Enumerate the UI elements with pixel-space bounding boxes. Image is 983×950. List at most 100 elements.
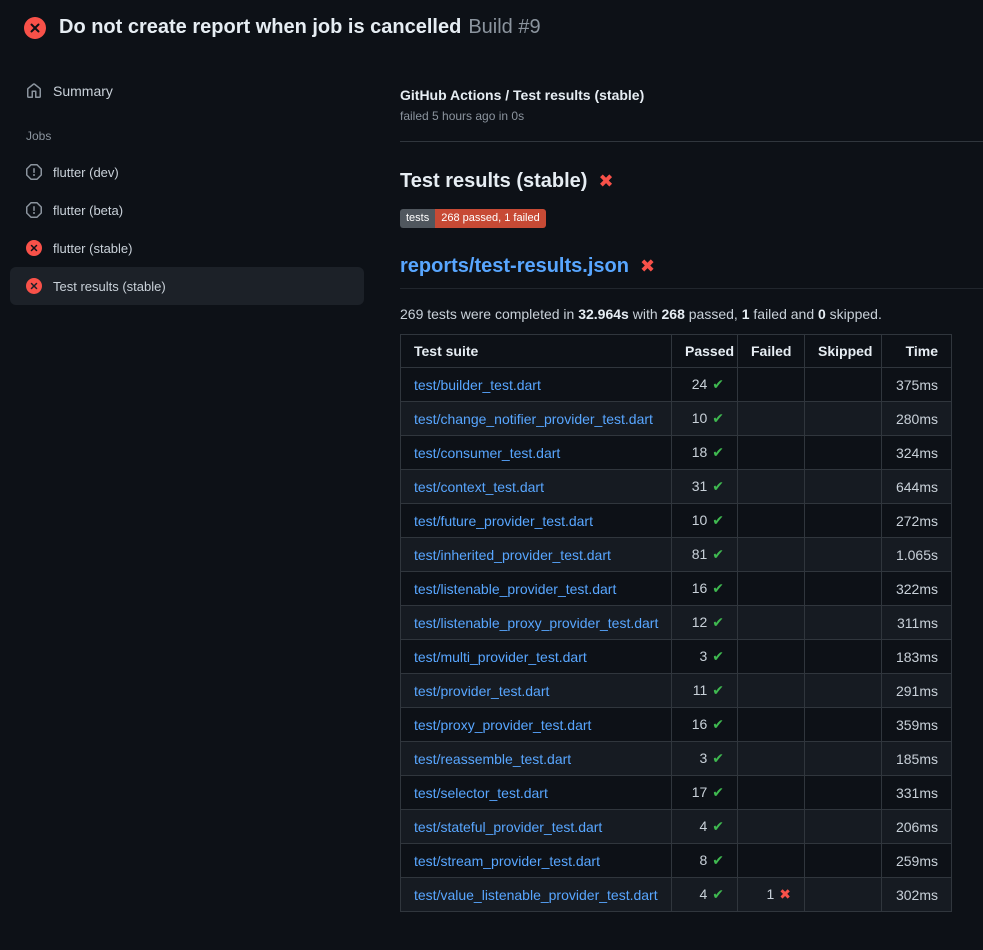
failed-cell	[738, 538, 805, 572]
count: 3	[699, 648, 707, 664]
suite-link[interactable]: test/listenable_provider_test.dart	[414, 581, 616, 597]
suite-link[interactable]: test/listenable_proxy_provider_test.dart	[414, 615, 658, 631]
passed-cell: 18✔	[672, 436, 738, 470]
skipped-cell	[805, 504, 882, 538]
suite-link[interactable]: test/reassemble_test.dart	[414, 751, 571, 767]
layout: Summary Jobs flutter (dev) flutter (beta)…	[0, 53, 983, 912]
suite-link[interactable]: test/context_test.dart	[414, 479, 544, 495]
stop-icon	[26, 164, 42, 180]
report-link[interactable]: reports/test-results.json	[400, 255, 629, 278]
suite-cell: test/selector_test.dart	[401, 776, 672, 810]
column-header-test-suite: Test suite	[401, 335, 672, 368]
time-cell: 183ms	[882, 640, 952, 674]
check-icon: ✔	[712, 853, 724, 869]
column-header-time: Time	[882, 335, 952, 368]
column-header-passed: Passed	[672, 335, 738, 368]
suite-link[interactable]: test/stream_provider_test.dart	[414, 853, 600, 869]
passed-cell: 4✔	[672, 810, 738, 844]
failed-cell	[738, 776, 805, 810]
skipped-cell	[805, 810, 882, 844]
time-cell: 1.065s	[882, 538, 952, 572]
count: 17	[692, 784, 708, 800]
count: 16	[692, 580, 708, 596]
time-cell: 322ms	[882, 572, 952, 606]
count: 16	[692, 716, 708, 732]
check-icon: ✔	[712, 615, 724, 631]
sidebar-job-flutter-dev[interactable]: flutter (dev)	[10, 153, 364, 191]
result-row: test/proxy_provider_test.dart16✔359ms	[401, 708, 952, 742]
failed-cell	[738, 572, 805, 606]
suite-cell: test/inherited_provider_test.dart	[401, 538, 672, 572]
suite-link[interactable]: test/change_notifier_provider_test.dart	[414, 411, 653, 427]
status-line: failed 5 hours ago in 0s	[400, 109, 983, 123]
time-cell: 185ms	[882, 742, 952, 776]
count: 11	[693, 682, 708, 698]
time-cell: 359ms	[882, 708, 952, 742]
suite-link[interactable]: test/future_provider_test.dart	[414, 513, 593, 529]
badge-value: 268 passed, 1 failed	[435, 209, 545, 228]
summary-number: 268	[662, 306, 685, 322]
check-icon: ✔	[712, 411, 724, 427]
failed-cell	[738, 844, 805, 878]
divider	[400, 141, 983, 142]
suite-link[interactable]: test/selector_test.dart	[414, 785, 548, 801]
check-title: Do not create report when job is cancell…	[59, 16, 461, 38]
suite-cell: test/proxy_provider_test.dart	[401, 708, 672, 742]
suite-link[interactable]: test/consumer_test.dart	[414, 445, 560, 461]
build-number: Build #9	[468, 16, 540, 38]
report-heading: reports/test-results.json ✖	[400, 255, 983, 289]
check-icon: ✔	[712, 887, 724, 903]
suite-link[interactable]: test/proxy_provider_test.dart	[414, 717, 591, 733]
time-cell: 272ms	[882, 504, 952, 538]
failed-cell: 1✖	[738, 878, 805, 912]
breadcrumb: GitHub Actions / Test results (stable)	[400, 87, 983, 103]
suite-link[interactable]: test/value_listenable_provider_test.dart	[414, 887, 658, 903]
skipped-cell	[805, 368, 882, 402]
count: 24	[692, 376, 708, 392]
skipped-cell	[805, 606, 882, 640]
passed-cell: 10✔	[672, 402, 738, 436]
check-icon: ✔	[712, 785, 724, 801]
time-cell: 280ms	[882, 402, 952, 436]
failed-cell	[738, 470, 805, 504]
suite-link[interactable]: test/multi_provider_test.dart	[414, 649, 587, 665]
skipped-cell	[805, 844, 882, 878]
suite-link[interactable]: test/stateful_provider_test.dart	[414, 819, 602, 835]
skipped-cell	[805, 538, 882, 572]
suite-cell: test/listenable_proxy_provider_test.dart	[401, 606, 672, 640]
check-icon: ✔	[712, 649, 724, 665]
page-title: Do not create report when job is cancell…	[59, 15, 541, 40]
result-row: test/builder_test.dart24✔375ms	[401, 368, 952, 402]
sidebar-job-flutter-stable[interactable]: flutter (stable)	[10, 229, 364, 267]
passed-cell: 11✔	[672, 674, 738, 708]
summary-number: 1	[742, 306, 750, 322]
result-row: test/provider_test.dart11✔291ms	[401, 674, 952, 708]
count: 10	[692, 410, 708, 426]
failed-cell	[738, 708, 805, 742]
job-label: flutter (beta)	[53, 203, 123, 218]
check-icon: ✔	[712, 547, 724, 563]
suite-link[interactable]: test/inherited_provider_test.dart	[414, 547, 611, 563]
skipped-cell	[805, 402, 882, 436]
failed-cell	[738, 810, 805, 844]
sidebar-job-flutter-beta[interactable]: flutter (beta)	[10, 191, 364, 229]
jobs-section-label: Jobs	[0, 109, 380, 153]
sidebar-job-test-results-stable[interactable]: Test results (stable)	[10, 267, 364, 305]
skipped-cell	[805, 640, 882, 674]
summary-label: Summary	[53, 83, 113, 99]
failed-cell	[738, 368, 805, 402]
result-row: test/context_test.dart31✔644ms	[401, 470, 952, 504]
skipped-cell	[805, 708, 882, 742]
passed-cell: 4✔	[672, 878, 738, 912]
summary-text: 269 tests were completed in	[400, 306, 578, 322]
summary-number: 32.964s	[578, 306, 629, 322]
result-row: test/inherited_provider_test.dart81✔1.06…	[401, 538, 952, 572]
time-cell: 206ms	[882, 810, 952, 844]
check-run-page: Do not create report when job is cancell…	[0, 0, 983, 912]
sidebar-item-summary[interactable]: Summary	[0, 73, 380, 109]
suite-link[interactable]: test/provider_test.dart	[414, 683, 549, 699]
job-label: Test results (stable)	[53, 279, 166, 294]
time-cell: 375ms	[882, 368, 952, 402]
suite-link[interactable]: test/builder_test.dart	[414, 377, 541, 393]
failed-cell	[738, 402, 805, 436]
